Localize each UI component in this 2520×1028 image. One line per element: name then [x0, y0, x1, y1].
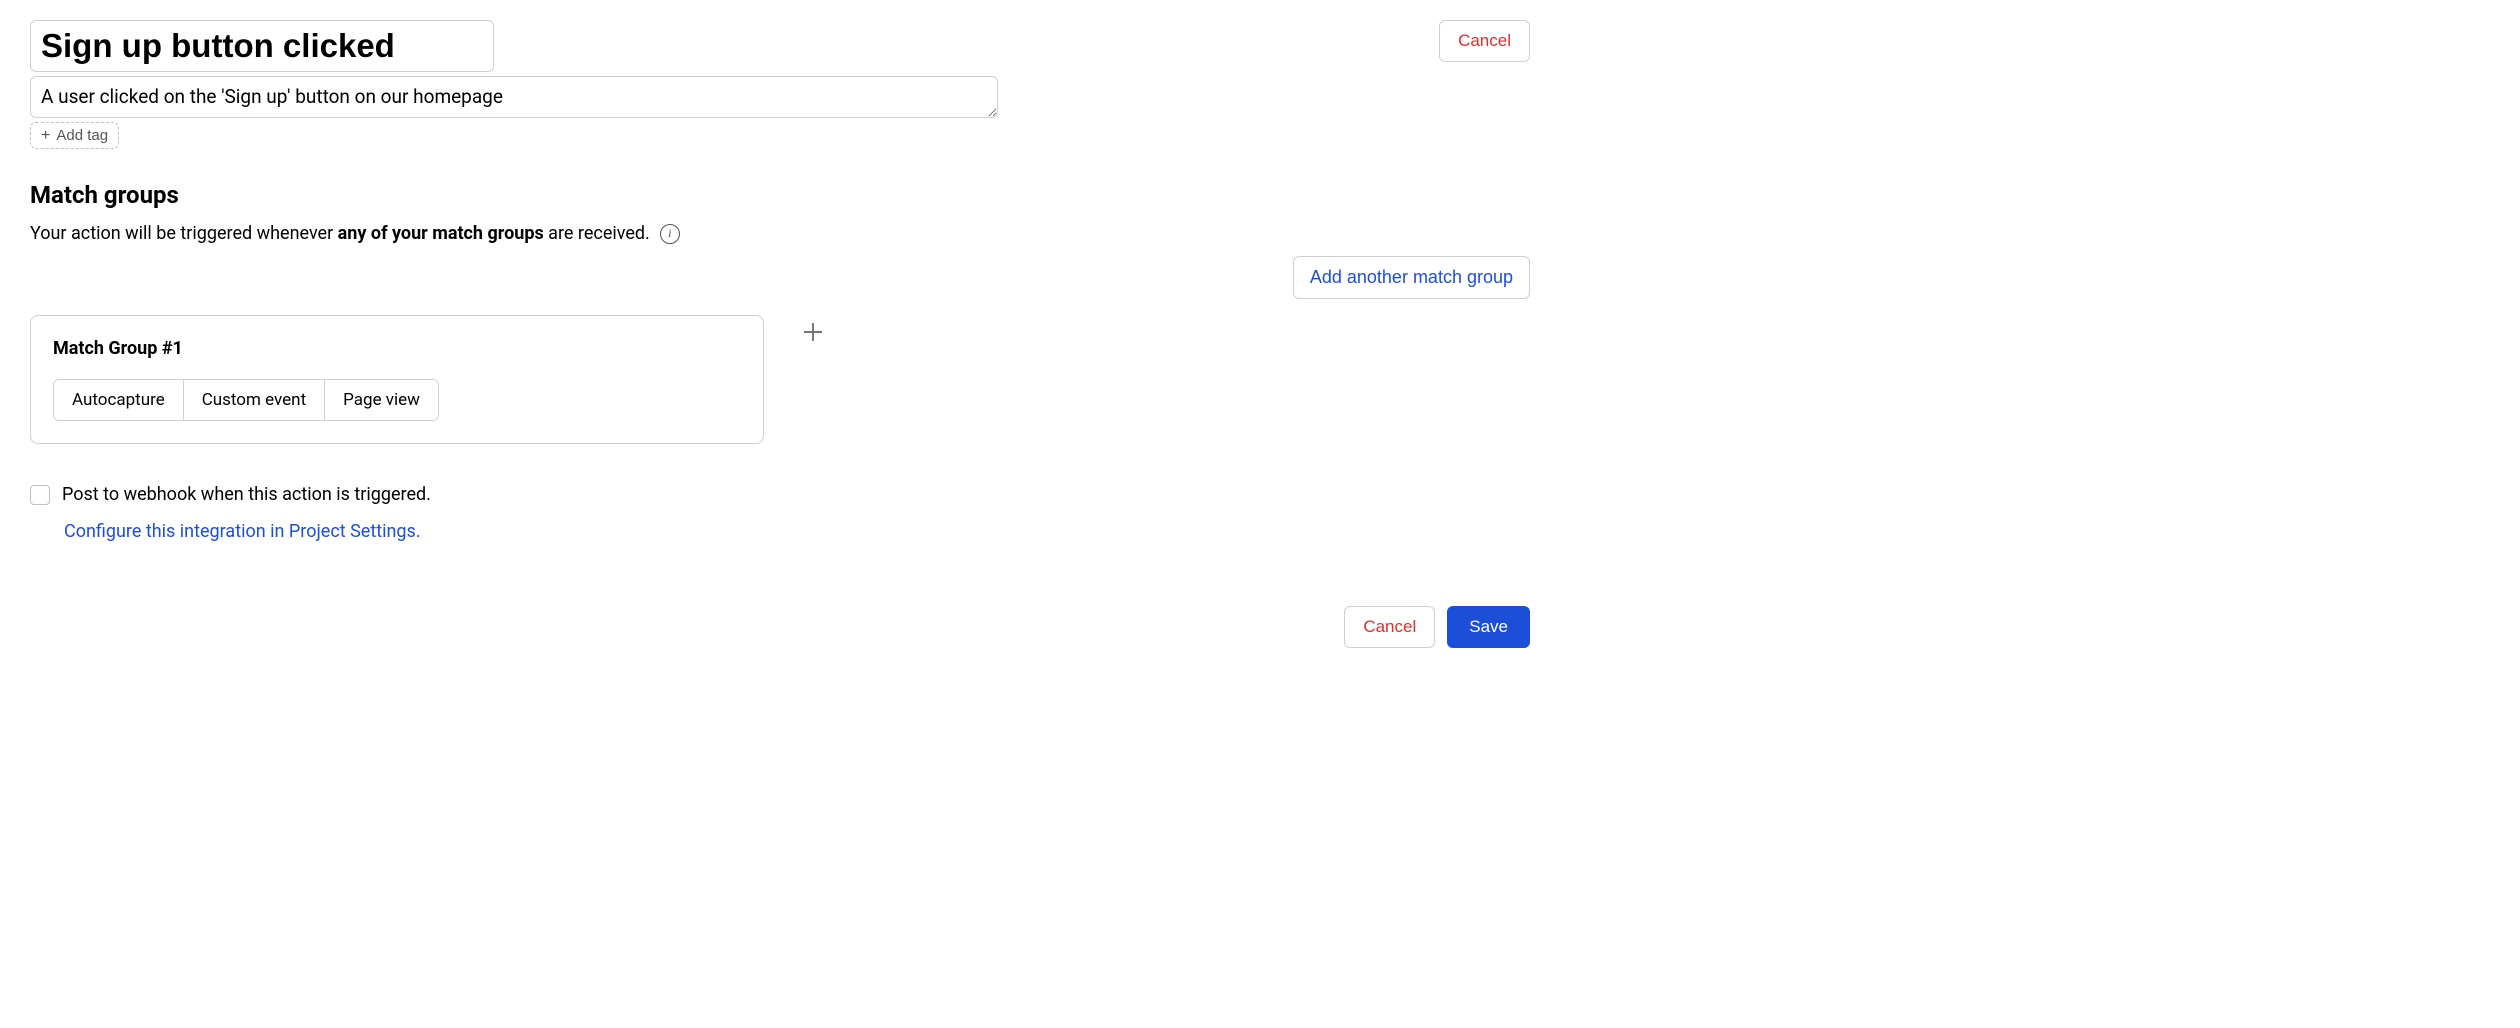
configure-integration-link[interactable]: Configure this integration in Project Se… [64, 521, 421, 542]
post-to-webhook-checkbox[interactable] [30, 485, 50, 505]
cancel-button-bottom[interactable]: Cancel [1344, 606, 1435, 648]
add-match-group-plus-icon[interactable] [796, 315, 830, 349]
info-icon[interactable]: i [660, 224, 680, 244]
action-title-input[interactable] [30, 20, 494, 72]
match-group-card: Match Group #1 Autocapture Custom event … [30, 315, 764, 444]
add-tag-button[interactable]: + Add tag [30, 122, 119, 149]
add-another-match-group-button[interactable]: Add another match group [1293, 256, 1530, 299]
match-groups-description: Your action will be triggered whenever a… [30, 223, 2490, 244]
match-type-segmented: Autocapture Custom event Page view [53, 379, 439, 421]
option-page-view[interactable]: Page view [325, 380, 438, 420]
save-button[interactable]: Save [1447, 606, 1530, 648]
description-textarea[interactable]: <span class="textcursor"></span> [30, 76, 998, 118]
add-tag-label: Add tag [56, 127, 108, 144]
match-groups-heading: Match groups [30, 181, 2490, 209]
plus-icon: + [41, 128, 50, 144]
option-custom-event[interactable]: Custom event [184, 380, 325, 420]
post-to-webhook-label: Post to webhook when this action is trig… [62, 484, 431, 505]
match-group-title: Match Group #1 [53, 338, 741, 359]
cancel-button-top[interactable]: Cancel [1439, 20, 1530, 62]
option-autocapture[interactable]: Autocapture [54, 380, 184, 420]
